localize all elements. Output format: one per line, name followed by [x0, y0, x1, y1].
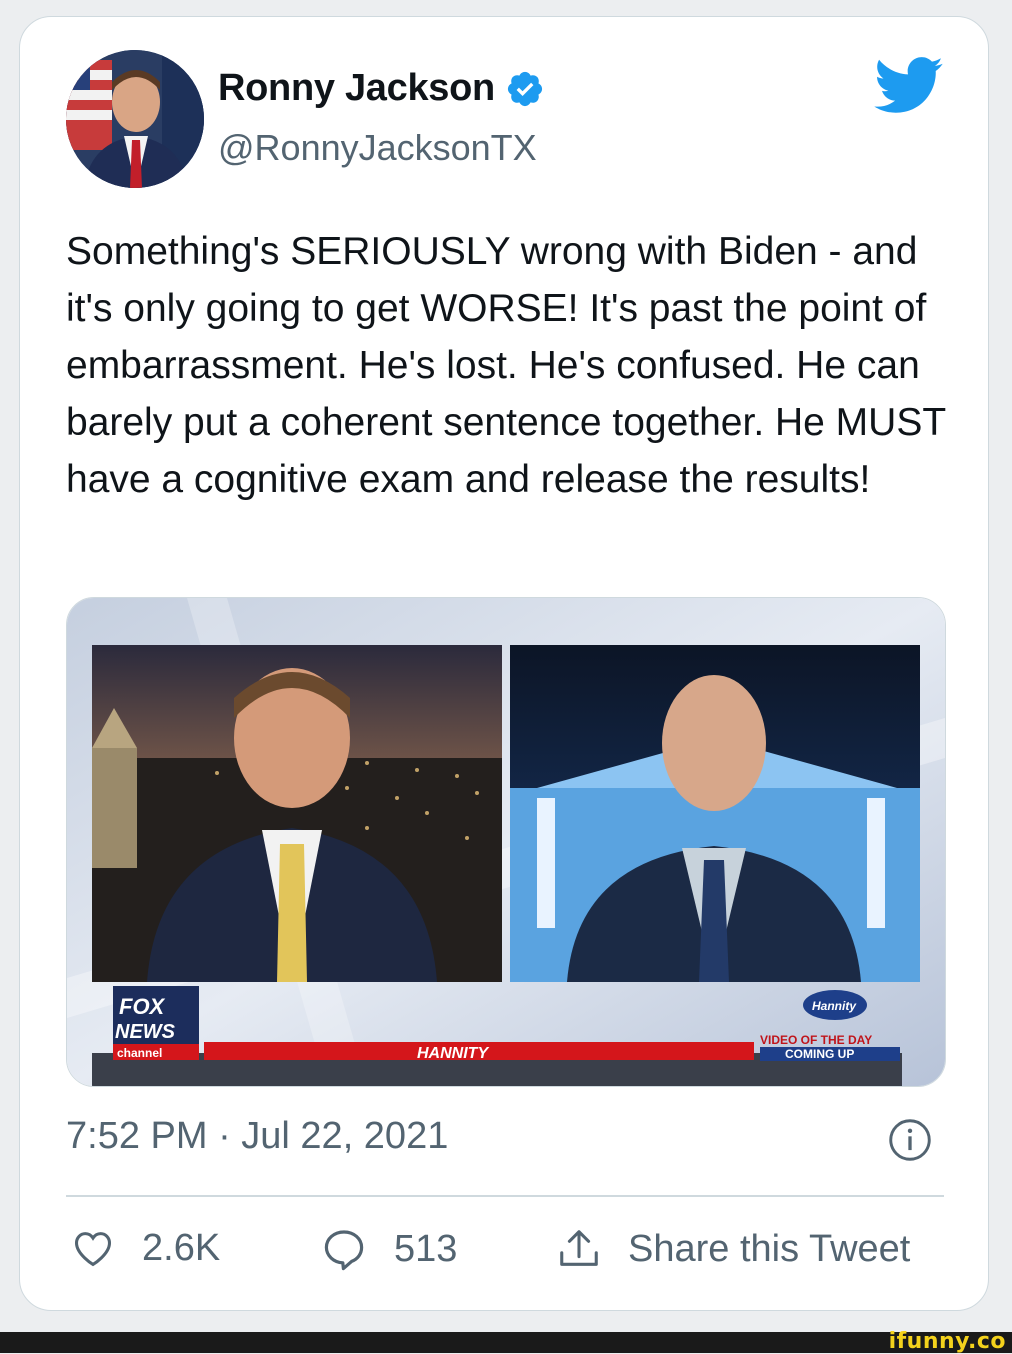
twitter-bird-icon[interactable]: [874, 57, 944, 115]
like-count: 2.6K: [142, 1226, 221, 1269]
watermark-bar: ifunny.co: [0, 1329, 1012, 1354]
info-icon[interactable]: [888, 1118, 932, 1162]
promo-badge: Hannity: [812, 999, 857, 1013]
divider: [66, 1195, 944, 1197]
promo-line2: COMING UP: [785, 1047, 854, 1061]
video-thumbnail: FOX NEWS channel HANNITY Hannity VIDEO O…: [67, 598, 945, 1086]
share-button[interactable]: Share this Tweet: [556, 1225, 910, 1273]
tweet-actions: 2.6K 513 Share this Tweet: [66, 1225, 946, 1285]
fox-logo-line3: channel: [117, 1046, 162, 1060]
heart-icon: [74, 1232, 112, 1267]
fox-logo-line2: NEWS: [115, 1021, 176, 1043]
show-name: HANNITY: [417, 1045, 489, 1062]
tweet-text: Something's SERIOUSLY wrong with Biden -…: [66, 230, 946, 501]
reply-count: 513: [394, 1227, 458, 1270]
promo-line1: VIDEO OF THE DAY: [760, 1033, 872, 1047]
ifunny-watermark: ifunny.co: [888, 1329, 1006, 1354]
tweet-media-video[interactable]: FOX NEWS channel HANNITY Hannity VIDEO O…: [66, 597, 946, 1087]
tweet-card[interactable]: Ronny Jackson @RonnyJacksonTX Something'…: [19, 16, 989, 1311]
verified-badge-icon: [507, 71, 543, 106]
fox-logo-line1: FOX: [119, 994, 166, 1019]
reply-bubble-icon: [324, 1230, 364, 1271]
reply-button[interactable]: 513: [320, 1225, 457, 1273]
author-handle[interactable]: @RonnyJacksonTX: [218, 127, 537, 169]
share-icon: [560, 1230, 598, 1266]
avatar-photo: [66, 50, 204, 188]
share-label: Share this Tweet: [628, 1227, 911, 1270]
like-button[interactable]: 2.6K: [70, 1225, 220, 1271]
author-name[interactable]: Ronny Jackson: [218, 67, 495, 110]
author-avatar[interactable]: [66, 50, 204, 188]
tweet-timestamp[interactable]: 7:52 PM · Jul 22, 2021: [66, 1115, 448, 1158]
author-name-row: Ronny Jackson: [218, 67, 545, 110]
